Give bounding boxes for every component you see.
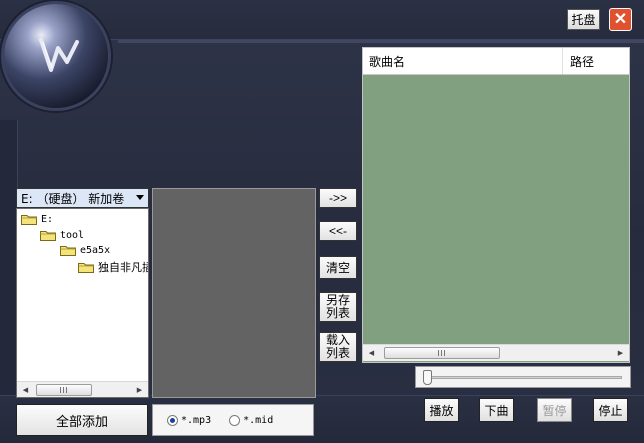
filter-mid-label: *.mid <box>243 414 274 426</box>
scroll-track[interactable] <box>380 346 612 360</box>
music-player-window: 托盘 ✕ E: （硬盘） 新加卷 E: tool e5a5x 独自非凡插 ◀ ▶… <box>0 0 644 443</box>
play-button[interactable]: 播放 <box>424 398 459 422</box>
tree-node-drive-e[interactable]: E: <box>21 211 53 227</box>
radio-selected-icon[interactable] <box>167 414 178 426</box>
progress-rail <box>424 376 622 379</box>
scroll-track[interactable] <box>34 383 131 397</box>
tree-horizontal-scrollbar[interactable]: ◀ ▶ <box>17 381 148 397</box>
scroll-left-icon[interactable]: ◀ <box>363 345 380 361</box>
dropdown-arrow-icon <box>136 195 144 200</box>
tree-node-label: tool <box>60 229 85 241</box>
close-icon: ✕ <box>613 10 628 28</box>
tree-node-label: E: <box>41 213 54 225</box>
add-all-button[interactable]: 全部添加 <box>16 404 148 436</box>
app-logo <box>4 4 108 108</box>
filter-mid-option[interactable]: *.mid <box>229 414 274 426</box>
column-header-path[interactable]: 路径 <box>563 48 629 74</box>
tree-node-label: e5a5x <box>80 244 111 256</box>
radio-unselected-icon[interactable] <box>229 414 241 426</box>
playlist[interactable]: 歌曲名 路径 ◀ ▶ <box>362 47 630 363</box>
tree-node-e5a5x[interactable]: e5a5x <box>60 242 110 258</box>
pause-button[interactable]: 暂停 <box>537 398 572 422</box>
playlist-horizontal-scrollbar[interactable]: ◀ ▶ <box>363 344 629 361</box>
scroll-left-icon[interactable]: ◀ <box>17 382 34 397</box>
filter-mp3-label: *.mp3 <box>181 414 212 426</box>
grip-icon <box>438 350 446 356</box>
tree-node-label: 独自非凡插 <box>98 261 149 274</box>
playlist-header: 歌曲名 路径 <box>363 48 629 75</box>
file-type-filter: *.mp3 *.mid <box>152 404 314 436</box>
tree-node-tool[interactable]: tool <box>40 227 84 243</box>
folder-tree[interactable]: E: tool e5a5x 独自非凡插 ◀ ▶ <box>16 208 149 398</box>
folder-icon <box>40 231 56 241</box>
scroll-right-icon[interactable]: ▶ <box>612 345 629 361</box>
column-header-song-name[interactable]: 歌曲名 <box>363 48 563 74</box>
add-to-playlist-button[interactable]: ->> <box>319 188 357 208</box>
frame-divider <box>118 40 644 43</box>
save-list-button[interactable]: 另存列表 <box>319 292 357 322</box>
next-song-button[interactable]: 下曲 <box>479 398 514 422</box>
scroll-right-icon[interactable]: ▶ <box>131 382 148 397</box>
tray-button[interactable]: 托盘 <box>567 9 600 30</box>
progress-slider[interactable] <box>415 366 631 388</box>
stop-button[interactable]: 停止 <box>593 398 628 422</box>
remove-from-playlist-button[interactable]: <<- <box>319 221 357 241</box>
file-list[interactable] <box>152 188 316 398</box>
close-button[interactable]: ✕ <box>609 8 632 31</box>
filter-mp3-option[interactable]: *.mp3 <box>167 414 212 426</box>
grip-icon <box>60 387 68 393</box>
clear-playlist-button[interactable]: 清空 <box>319 256 357 279</box>
drive-select[interactable]: E: （硬盘） 新加卷 <box>16 188 149 208</box>
progress-knob[interactable] <box>423 370 432 385</box>
scroll-thumb[interactable] <box>384 347 500 359</box>
folder-icon <box>78 263 94 273</box>
tree-node-song-folder[interactable]: 独自非凡插 <box>78 259 149 275</box>
scroll-thumb[interactable] <box>36 384 92 396</box>
folder-icon <box>21 215 37 225</box>
logo-mark-icon <box>39 38 79 72</box>
drive-select-value: E: （硬盘） 新加卷 <box>21 191 125 206</box>
load-list-button[interactable]: 载入列表 <box>319 332 357 362</box>
folder-icon <box>60 246 76 256</box>
